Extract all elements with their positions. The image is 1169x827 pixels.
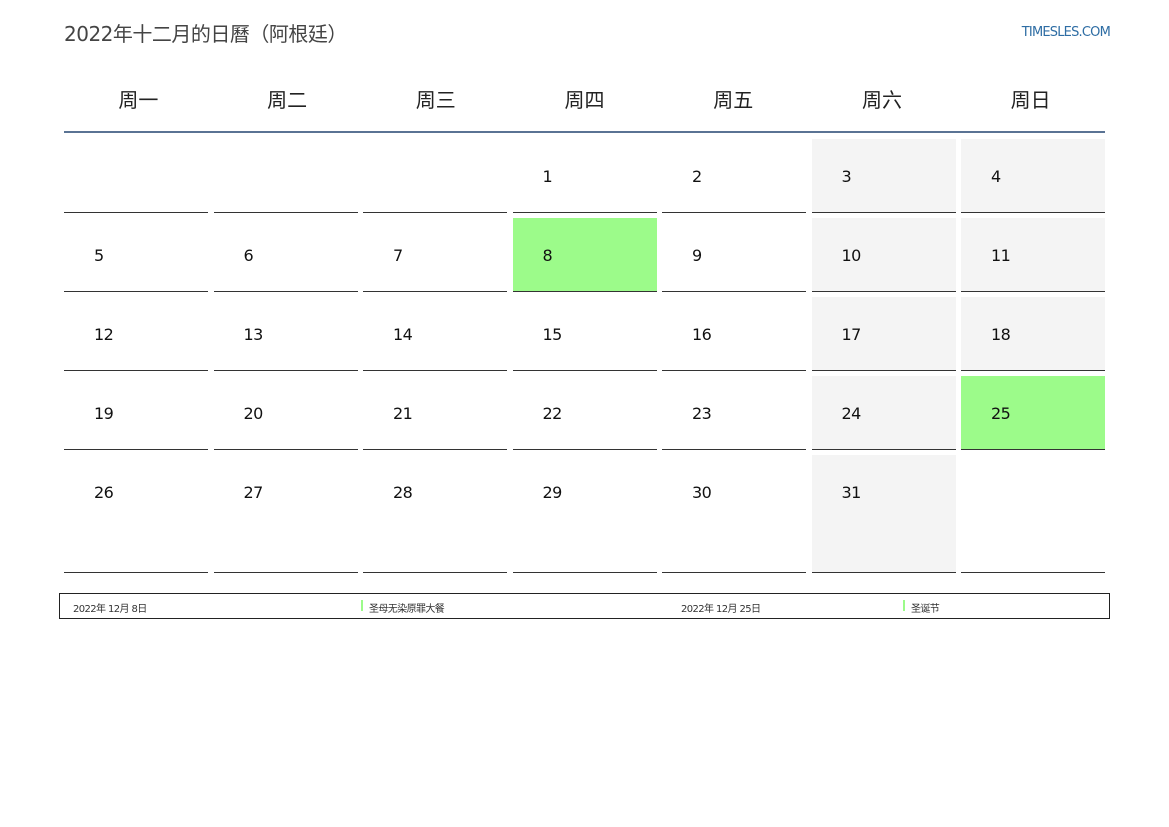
day-cell: 30 xyxy=(662,455,806,573)
page-title: 2022年十二月的日曆（阿根廷） xyxy=(64,22,347,46)
day-number: 20 xyxy=(243,404,264,423)
day-cell: 5 xyxy=(64,218,208,292)
day-number: 19 xyxy=(94,404,114,423)
day-cell: 19 xyxy=(64,376,208,450)
day-number: 18 xyxy=(991,325,1011,344)
day-cell xyxy=(363,139,507,213)
day-cell-holiday: 8 xyxy=(512,218,657,292)
day-cell: 1 xyxy=(512,139,657,213)
holiday-color-marker xyxy=(361,600,363,611)
day-number: 23 xyxy=(692,404,712,423)
holiday-name: 圣诞节 xyxy=(911,604,940,615)
holiday-name: 圣母无染原罪大餐 xyxy=(369,604,445,615)
weekday-header: 周一 周二 周三 周四 周五 周六 周日 xyxy=(64,85,1105,133)
day-number: 27 xyxy=(243,483,264,502)
day-number: 21 xyxy=(393,404,413,423)
day-cell-weekend: 3 xyxy=(811,139,956,213)
holiday-legend: 2022年 12月 8日 圣母无染原罪大餐 2022年 12月 25日 圣诞节 xyxy=(59,593,1110,619)
day-cell xyxy=(64,139,208,213)
weekday-mon: 周一 xyxy=(118,88,159,112)
brand-link[interactable]: TIMESLES.COM xyxy=(1022,25,1111,40)
day-number: 10 xyxy=(841,246,862,265)
day-number: 8 xyxy=(542,246,553,265)
day-cell: 9 xyxy=(662,218,806,292)
day-number: 17 xyxy=(841,325,862,344)
day-cell-holiday: 25 xyxy=(961,376,1105,450)
day-number: 11 xyxy=(991,246,1011,265)
day-number: 31 xyxy=(841,483,862,502)
day-cell: 26 xyxy=(64,455,208,573)
day-cell-weekend: 24 xyxy=(811,376,956,450)
day-number: 16 xyxy=(692,325,712,344)
day-cell: 29 xyxy=(512,455,657,573)
holiday-date: 2022年 12月 25日 xyxy=(681,604,761,615)
day-cell-weekend: 18 xyxy=(961,297,1105,371)
day-cell xyxy=(213,139,358,213)
weekday-sun: 周日 xyxy=(1010,88,1051,112)
day-cell: 7 xyxy=(363,218,507,292)
day-cell xyxy=(961,455,1105,573)
day-cell-weekend: 10 xyxy=(811,218,956,292)
day-number: 3 xyxy=(841,167,852,186)
day-number: 9 xyxy=(692,246,702,265)
day-number: 5 xyxy=(94,246,104,265)
day-cell-weekend: 4 xyxy=(961,139,1105,213)
weekday-thu: 周四 xyxy=(564,88,605,112)
calendar-grid: 1 2 3 4 5 6 7 8 9 10 11 12 13 14 15 16 1… xyxy=(64,139,1105,578)
day-cell: 2 xyxy=(662,139,806,213)
week-row: 1 2 3 4 xyxy=(64,139,1105,213)
day-cell: 20 xyxy=(213,376,358,450)
day-cell: 21 xyxy=(363,376,507,450)
day-number: 29 xyxy=(542,483,563,502)
day-number: 26 xyxy=(94,483,114,502)
day-cell: 12 xyxy=(64,297,208,371)
day-cell: 6 xyxy=(213,218,358,292)
day-number: 13 xyxy=(243,325,264,344)
day-number: 2 xyxy=(692,167,702,186)
holiday-date: 2022年 12月 8日 xyxy=(73,604,147,615)
weekday-fri: 周五 xyxy=(713,88,754,112)
day-number: 22 xyxy=(542,404,563,423)
day-cell: 22 xyxy=(512,376,657,450)
week-row: 26 27 28 29 30 31 xyxy=(64,455,1105,573)
day-number: 24 xyxy=(841,404,862,423)
day-number: 14 xyxy=(393,325,413,344)
day-number: 25 xyxy=(991,404,1011,423)
week-row: 19 20 21 22 23 24 25 xyxy=(64,376,1105,450)
day-cell-weekend: 11 xyxy=(961,218,1105,292)
day-number: 1 xyxy=(542,167,553,186)
day-cell-weekend: 17 xyxy=(811,297,956,371)
day-cell: 23 xyxy=(662,376,806,450)
day-number: 30 xyxy=(692,483,712,502)
day-cell: 27 xyxy=(213,455,358,573)
day-cell: 13 xyxy=(213,297,358,371)
day-number: 6 xyxy=(243,246,254,265)
weekday-sat: 周六 xyxy=(861,88,902,112)
weekday-tue: 周二 xyxy=(267,88,308,112)
day-cell: 14 xyxy=(363,297,507,371)
day-cell: 16 xyxy=(662,297,806,371)
holiday-color-marker xyxy=(903,600,905,611)
week-row: 12 13 14 15 16 17 18 xyxy=(64,297,1105,371)
day-number: 12 xyxy=(94,325,114,344)
day-number: 7 xyxy=(393,246,403,265)
weekday-wed: 周三 xyxy=(415,88,456,112)
day-cell: 28 xyxy=(363,455,507,573)
day-cell-weekend: 31 xyxy=(811,455,956,573)
day-cell: 15 xyxy=(512,297,657,371)
day-number: 28 xyxy=(393,483,413,502)
week-row: 5 6 7 8 9 10 11 xyxy=(64,218,1105,292)
day-number: 15 xyxy=(542,325,563,344)
day-number: 4 xyxy=(991,167,1001,186)
